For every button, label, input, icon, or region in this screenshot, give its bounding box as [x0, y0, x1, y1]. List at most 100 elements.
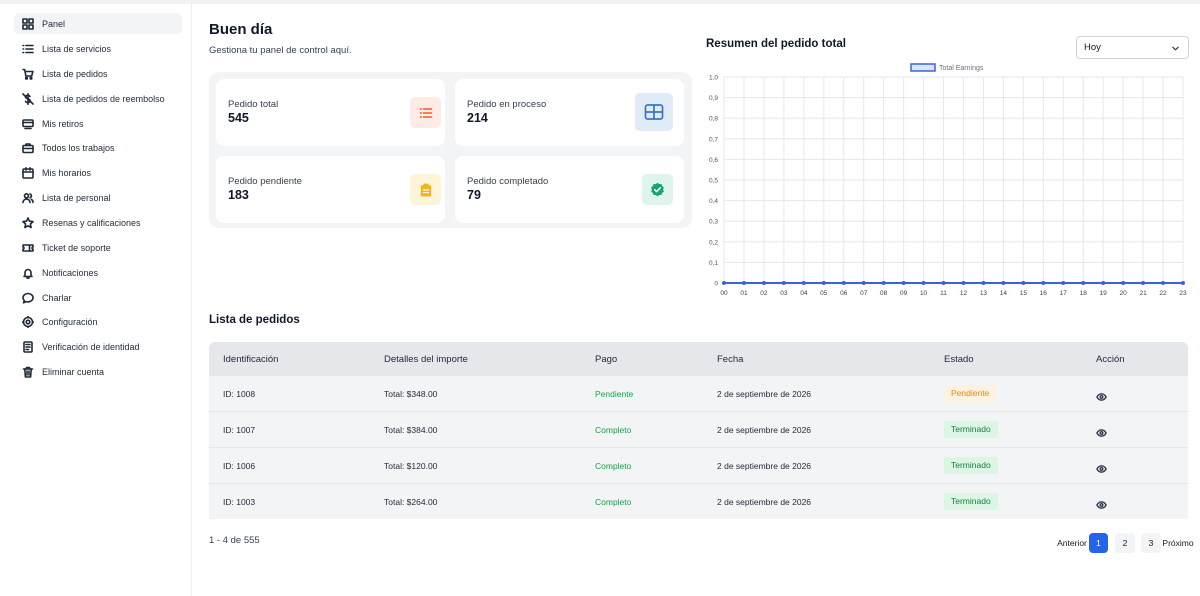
stat-title: Pedido completado	[467, 176, 549, 187]
chat-icon	[22, 292, 34, 304]
sidebar-item-chat[interactable]: Charlar	[14, 287, 182, 308]
view-order-button[interactable]	[1096, 497, 1107, 509]
data-point	[741, 281, 746, 285]
x-tick-label: 15	[1020, 290, 1028, 297]
order-date: 2 de septiembre de 2026	[717, 497, 812, 507]
list-icon	[22, 43, 34, 55]
sidebar-item-notifications[interactable]: Notificaciones	[14, 262, 182, 283]
table-row: ID: 1008 Total: $348.00 Pendiente 2 de s…	[209, 375, 1188, 411]
x-tick-label: 10	[920, 290, 928, 297]
eye-icon	[1096, 393, 1107, 401]
y-tick-label: 0,4	[709, 198, 718, 205]
grid-icon	[22, 17, 34, 30]
status-badge: Terminado	[944, 457, 998, 474]
sidebar-item-label: Notificaciones	[42, 267, 99, 278]
data-point	[1061, 281, 1066, 285]
sidebar-item-schedule[interactable]: Mis horarios	[14, 162, 182, 183]
data-point	[1181, 281, 1185, 285]
stat-card-total-orders[interactable]: Pedido total 545	[216, 79, 445, 146]
stat-value: 183	[228, 188, 249, 202]
data-point	[1121, 281, 1126, 285]
order-id: ID: 1006	[223, 461, 256, 471]
sidebar-item-orders[interactable]: Lista de pedidos	[14, 63, 182, 84]
order-amount: Total: $384.00	[384, 425, 438, 435]
star-icon	[22, 216, 34, 229]
sidebar-item-jobs[interactable]: Todos los trabajos	[14, 137, 182, 158]
order-id: ID: 1008	[223, 389, 256, 399]
data-point	[761, 281, 766, 285]
view-order-button[interactable]	[1096, 461, 1107, 473]
stat-title: Pedido pendiente	[228, 176, 302, 187]
x-tick-label: 05	[820, 290, 828, 297]
sidebar-item-label: Panel	[42, 18, 66, 29]
order-amount: Total: $348.00	[384, 389, 438, 399]
table-row: ID: 1006 Total: $120.00 Completo 2 de se…	[209, 447, 1188, 483]
x-tick-label: 18	[1080, 290, 1088, 297]
sidebar-item-refunds[interactable]: Lista de pedidos de reembolso	[14, 88, 182, 109]
list-icon	[410, 97, 441, 128]
x-tick-label: 19	[1100, 290, 1108, 297]
y-tick-label: 0,2	[709, 239, 718, 246]
data-point	[961, 281, 966, 285]
sidebar-item-label: Configuración	[42, 316, 98, 327]
briefcase-icon	[22, 142, 34, 154]
pagination-page-3[interactable]: 3	[1141, 533, 1161, 553]
sidebar-item-identity[interactable]: Verificación de identidad	[14, 336, 182, 357]
view-order-button[interactable]	[1096, 389, 1107, 401]
column-header-date: Fecha	[717, 354, 744, 365]
y-tick-label: 0,5	[709, 178, 718, 185]
refund-icon	[22, 92, 34, 105]
pagination-page-1[interactable]: 1	[1089, 533, 1108, 553]
data-point	[821, 281, 826, 285]
sidebar-item-label: Lista de personal	[42, 192, 111, 203]
order-amount: Total: $120.00	[384, 461, 438, 471]
status-badge: Pendiente	[944, 385, 997, 402]
badge-check-icon	[642, 174, 673, 205]
sidebar-item-settings[interactable]: Configuración	[14, 311, 182, 332]
data-point	[981, 281, 986, 285]
pagination-next[interactable]: Próximo	[1161, 533, 1195, 553]
sidebar-item-staff[interactable]: Lista de personal	[14, 187, 182, 208]
sidebar-item-label: Mis horarios	[42, 167, 92, 178]
stat-card-pending[interactable]: Pedido pendiente 183	[216, 156, 445, 223]
pagination-range: 1 - 4 de 555	[209, 535, 260, 546]
data-point	[921, 281, 926, 285]
stat-value: 79	[467, 188, 481, 202]
stat-card-completed[interactable]: Pedido completado 79	[455, 156, 684, 223]
period-select-value: Hoy	[1084, 42, 1101, 53]
pagination-page-2[interactable]: 2	[1115, 533, 1135, 553]
x-tick-label: 11	[940, 290, 947, 297]
table-header: Identificación Detalles del importe Pago…	[209, 342, 1188, 375]
calendar-icon	[22, 166, 34, 179]
sidebar-item-panel[interactable]: Panel	[14, 13, 182, 34]
pagination-prev[interactable]: Anterior	[1056, 533, 1088, 553]
period-select[interactable]: Hoy	[1076, 36, 1189, 59]
sidebar-item-label: Eliminar cuenta	[42, 366, 105, 377]
eye-icon	[1096, 465, 1107, 473]
x-tick-label: 12	[960, 290, 968, 297]
x-tick-label: 14	[1000, 290, 1008, 297]
gear-icon	[22, 315, 34, 328]
y-tick-label: 0,7	[709, 136, 718, 143]
sidebar-item-label: Todos los trabajos	[42, 142, 115, 153]
x-tick-label: 22	[1159, 290, 1167, 297]
table-row: ID: 1007 Total: $384.00 Completo 2 de se…	[209, 411, 1188, 447]
order-amount: Total: $264.00	[384, 497, 438, 507]
stat-card-in-process[interactable]: Pedido en proceso 214	[455, 79, 684, 146]
sidebar-item-delete-account[interactable]: Eliminar cuenta	[14, 361, 182, 382]
eye-icon	[1096, 501, 1107, 509]
view-order-button[interactable]	[1096, 425, 1107, 437]
sidebar-item-withdrawals[interactable]: Mis retiros	[14, 113, 182, 134]
column-header-status: Estado	[944, 354, 974, 365]
sidebar-item-support[interactable]: Ticket de soporte	[14, 237, 182, 258]
y-tick-label: 0,3	[709, 219, 718, 226]
y-tick-label: 0,6	[709, 157, 718, 164]
sidebar-item-reviews[interactable]: Resenas y calificaciones	[14, 212, 182, 233]
column-header-action: Acción	[1096, 354, 1125, 365]
legend-label: Total Earnings	[939, 65, 984, 72]
page-subtitle: Gestiona tu panel de control aquí.	[209, 45, 352, 56]
column-header-payment: Pago	[595, 354, 618, 365]
sidebar-item-services[interactable]: Lista de servicios	[14, 38, 182, 59]
cart-icon	[22, 68, 34, 80]
data-point	[781, 281, 786, 285]
